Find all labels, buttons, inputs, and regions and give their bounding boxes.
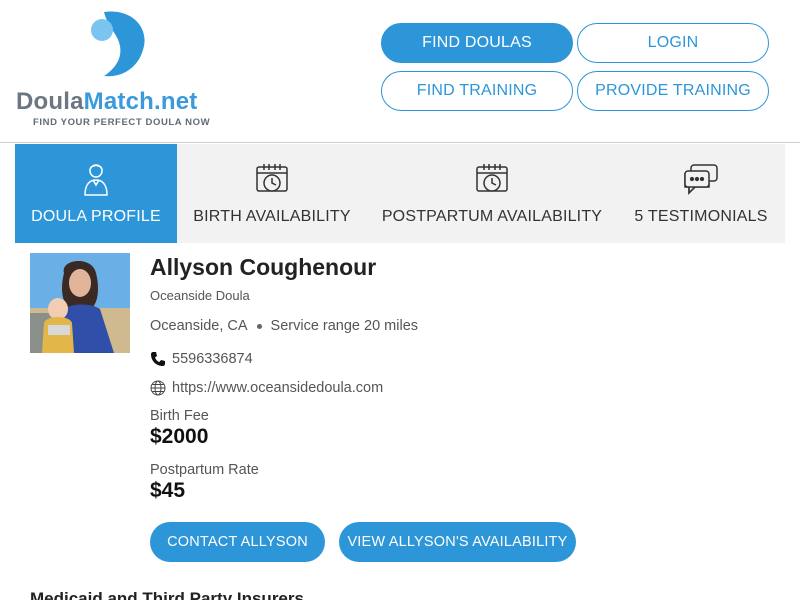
logo-wordmark: DoulaMatch.net <box>16 88 197 116</box>
service-range: Service range 20 miles <box>270 318 419 334</box>
tab-birth-availability[interactable]: BIRTH AVAILABILITY <box>177 144 367 243</box>
birth-fee-value: $2000 <box>150 425 209 448</box>
website-link[interactable]: https://www.oceansidedoula.com <box>172 380 383 396</box>
postpartum-rate-label: Postpartum Rate <box>150 462 259 478</box>
find-doulas-button[interactable]: FIND DOULAS <box>381 23 573 63</box>
person-icon <box>83 162 109 196</box>
city: Oceanside, CA <box>150 318 248 334</box>
view-availability-button[interactable]: VIEW ALLYSON'S AVAILABILITY <box>339 522 576 562</box>
chat-bubbles-icon <box>683 162 719 196</box>
tab-label: 5 TESTIMONIALS <box>634 208 768 225</box>
globe-icon <box>150 380 166 396</box>
location-line: Oceanside, CA Service range 20 miles <box>150 318 418 334</box>
find-training-button[interactable]: FIND TRAINING <box>381 71 573 111</box>
separator-dot <box>256 323 262 329</box>
logo-tagline: FIND YOUR PERFECT DOULA NOW <box>33 117 211 128</box>
tab-label: POSTPARTUM AVAILABILITY <box>381 208 603 225</box>
phone-icon <box>151 352 165 366</box>
tab-label: BIRTH AVAILABILITY <box>193 208 351 225</box>
phone-number[interactable]: 5596336874 <box>172 351 253 367</box>
calendar-clock-icon <box>475 162 509 196</box>
doula-subtitle: Oceanside Doula <box>150 288 250 303</box>
postpartum-rate-value: $45 <box>150 479 186 502</box>
birth-fee-label: Birth Fee <box>150 408 209 424</box>
tab-testimonials[interactable]: 5 TESTIMONIALS <box>617 144 785 243</box>
tab-postpartum-availability[interactable]: POSTPARTUM AVAILABILITY <box>367 144 617 243</box>
site-logo[interactable]: DoulaMatch.net FIND YOUR PERFECT DOULA N… <box>14 10 224 132</box>
logo-word-part2: Match.net <box>83 88 198 115</box>
insurers-section-heading: Medicaid and Third Party Insurers <box>30 589 304 600</box>
contact-doula-button[interactable]: CONTACT ALLYSON <box>150 522 325 562</box>
doula-name: Allyson Coughenour <box>150 254 377 280</box>
doula-photo <box>30 253 130 353</box>
phone-row[interactable]: 5596336874 <box>150 351 253 367</box>
tab-label: DOULA PROFILE <box>31 208 161 225</box>
calendar-clock-icon <box>255 162 289 196</box>
site-header: DoulaMatch.net FIND YOUR PERFECT DOULA N… <box>0 0 800 143</box>
logo-mark-icon <box>91 11 145 77</box>
profile-tabs: DOULA PROFILE BIRTH AVAILABILITY POSTPAR… <box>15 144 785 243</box>
tab-doula-profile[interactable]: DOULA PROFILE <box>15 144 177 243</box>
login-button[interactable]: LOGIN <box>577 23 769 63</box>
provide-training-button[interactable]: PROVIDE TRAINING <box>577 71 769 111</box>
website-row[interactable]: https://www.oceansidedoula.com <box>150 380 383 396</box>
logo-word-part1: Doula <box>16 88 84 115</box>
